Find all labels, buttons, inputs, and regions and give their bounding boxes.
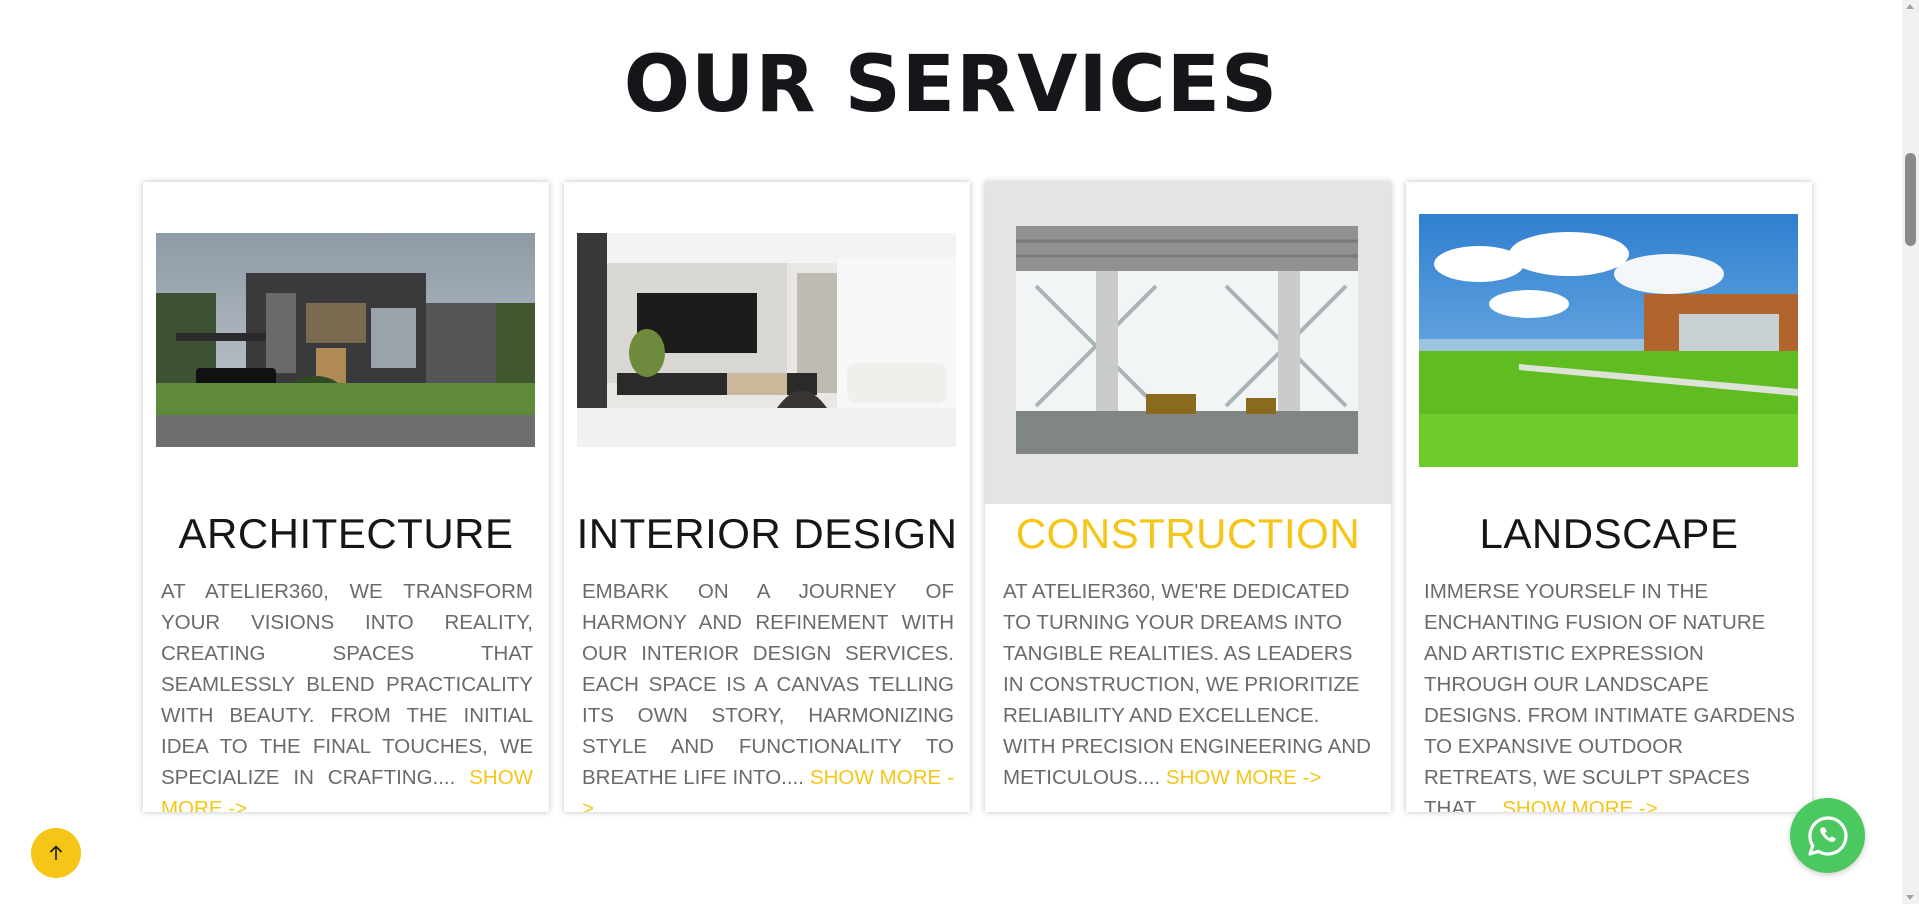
scroll-up-arrow-icon[interactable] (1906, 4, 1914, 9)
card-media (564, 182, 970, 504)
card-description: AT ATELIER360, WE TRANSFORM YOUR VISIONS… (161, 576, 533, 812)
modern-house-photo (156, 233, 535, 447)
card-description: EMBARK ON A JOURNEY OF HARMONY AND REFIN… (582, 576, 954, 812)
whatsapp-chat-button[interactable] (1790, 798, 1865, 873)
whatsapp-icon (1807, 815, 1848, 856)
back-to-top-button[interactable] (31, 828, 81, 878)
scroll-down-arrow-icon[interactable] (1906, 895, 1914, 900)
card-description-text: AT ATELIER360, WE'RE DEDICATED TO TURNIN… (1003, 580, 1371, 789)
card-description-text: EMBARK ON A JOURNEY OF HARMONY AND REFIN… (582, 580, 954, 789)
card-description: AT ATELIER360, WE'RE DEDICATED TO TURNIN… (1003, 576, 1375, 793)
card-title: ARCHITECTURE (178, 510, 514, 557)
card-media (143, 182, 549, 504)
page-title: OUR SERVICES (623, 40, 1279, 130)
card-description: IMMERSE YOURSELF IN THE ENCHANTING FUSIO… (1424, 576, 1796, 812)
page-scrollbar[interactable] (1902, 0, 1919, 904)
show-more-link[interactable]: SHOW MORE -> (1166, 766, 1321, 789)
card-media (1406, 182, 1812, 504)
card-title: CONSTRUCTION (1015, 510, 1361, 557)
card-description-text: IMMERSE YOURSELF IN THE ENCHANTING FUSIO… (1424, 580, 1795, 812)
building-interior-photo (1016, 226, 1358, 454)
card-title: LANDSCAPE (1479, 510, 1739, 557)
card-description-text: AT ATELIER360, WE TRANSFORM YOUR VISIONS… (161, 580, 533, 789)
card-media (985, 182, 1391, 504)
scrollbar-thumb[interactable] (1905, 153, 1916, 246)
arrow-up-icon (49, 845, 63, 860)
service-card-interior-design[interactable]: INTERIOR DESIGN EMBARK ON A JOURNEY OF H… (564, 182, 970, 812)
show-more-link[interactable]: SHOW MORE -> (1502, 797, 1657, 812)
services-grid: ARCHITECTURE AT ATELIER360, WE TRANSFORM… (143, 182, 1814, 814)
service-card-landscape[interactable]: LANDSCAPE IMMERSE YOURSELF IN THE ENCHAN… (1406, 182, 1812, 812)
card-title: INTERIOR DESIGN (576, 510, 958, 557)
lawn-house-photo (1419, 214, 1798, 467)
service-card-construction[interactable]: CONSTRUCTION AT ATELIER360, WE'RE DEDICA… (985, 182, 1391, 812)
living-room-photo (577, 233, 956, 447)
service-card-architecture[interactable]: ARCHITECTURE AT ATELIER360, WE TRANSFORM… (143, 182, 549, 812)
